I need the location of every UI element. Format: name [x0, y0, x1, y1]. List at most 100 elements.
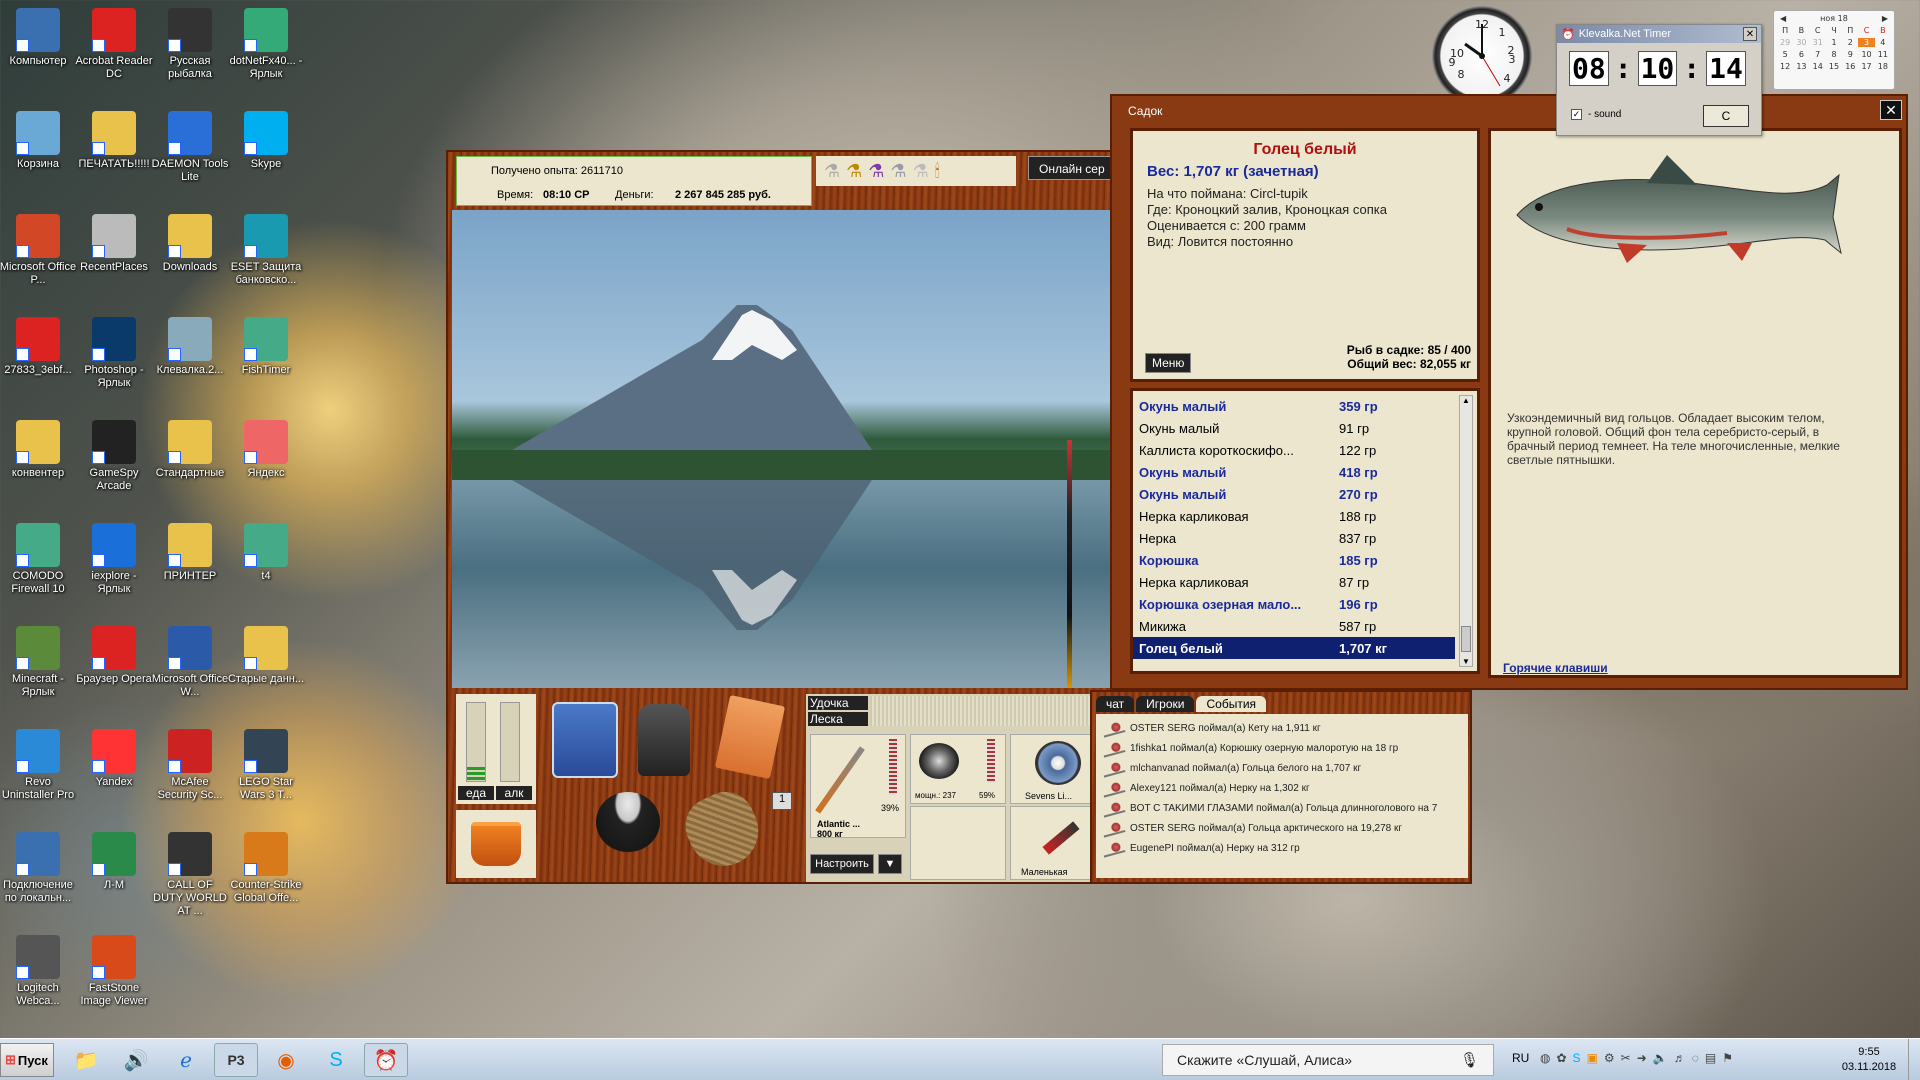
tray-app-icon[interactable]: ⚙: [1604, 1051, 1615, 1065]
desktop-icon[interactable]: Skype: [227, 111, 305, 171]
tray-network-icon[interactable]: ▤: [1705, 1051, 1716, 1065]
desktop-icon[interactable]: 27833_3ebf...: [0, 317, 77, 377]
tray-flag-icon[interactable]: ⚑: [1722, 1051, 1733, 1065]
bait-flask-icon[interactable]: ⚗: [868, 161, 884, 182]
taskbar-explorer-button[interactable]: 📁: [64, 1043, 108, 1077]
bait-bottle-icon[interactable]: 🕯: [935, 161, 940, 182]
tray-app-icon[interactable]: ◍: [1540, 1051, 1550, 1065]
desktop-icon[interactable]: Minecraft - Ярлык: [0, 626, 77, 699]
calendar-day[interactable]: 8: [1826, 50, 1842, 59]
start-button[interactable]: ⊞ Пуск: [0, 1043, 54, 1077]
tray-app-icon[interactable]: ♬: [1674, 1051, 1686, 1065]
calendar-day[interactable]: 7: [1810, 50, 1826, 59]
calendar-day[interactable]: 29: [1777, 38, 1793, 47]
desktop-icon[interactable]: Counter-Strike Global Offe...: [227, 832, 305, 905]
desktop-icon[interactable]: COMODO Firewall 10: [0, 523, 77, 596]
bait-flask-icon[interactable]: ⚗: [913, 161, 929, 182]
taskbar-timer-button[interactable]: ⏰: [364, 1043, 408, 1077]
desktop-icon[interactable]: конвентер: [0, 420, 77, 480]
fishing-scene[interactable]: [452, 210, 1112, 688]
fish-list-row[interactable]: Корюшка 185 гр: [1133, 549, 1455, 571]
calendar-day[interactable]: 9: [1842, 50, 1858, 59]
desktop-icon[interactable]: FishTimer: [227, 317, 305, 377]
fish-list-row[interactable]: Корюшка озерная мало... 196 гр: [1133, 593, 1455, 615]
hotkeys-link[interactable]: Горячие клавиши: [1503, 661, 1608, 675]
calendar-day[interactable]: 4: [1875, 38, 1891, 47]
tray-app-icon[interactable]: ▣: [1587, 1051, 1598, 1065]
desktop-icon[interactable]: Стандартные: [151, 420, 229, 480]
online-server-tab[interactable]: Онлайн сер: [1028, 156, 1118, 180]
timer-c-button[interactable]: C: [1703, 105, 1749, 127]
desktop-icon[interactable]: Revo Uninstaller Pro: [0, 729, 77, 802]
desktop-icon[interactable]: ПРИНТЕР: [151, 523, 229, 583]
setup-dropdown-button[interactable]: ▼: [878, 854, 902, 874]
desktop-icon[interactable]: Microsoft Office P...: [0, 214, 77, 287]
calendar-day[interactable]: 30: [1793, 38, 1809, 47]
desktop-icon[interactable]: McAfee Security Sc...: [151, 729, 229, 802]
calendar-day[interactable]: 5: [1777, 50, 1793, 59]
tray-arrow-icon[interactable]: ➜: [1637, 1051, 1647, 1065]
fish-list-row[interactable]: Окунь малый 359 гр: [1133, 395, 1455, 417]
desktop-icon[interactable]: Photoshop - Ярлык: [75, 317, 153, 390]
tray-volume-icon[interactable]: 🔈: [1653, 1051, 1668, 1065]
fish-list-row[interactable]: Голец белый 1,707 кг: [1133, 637, 1455, 659]
backpack-icon[interactable]: [638, 704, 690, 776]
chat-tab[interactable]: События: [1196, 696, 1267, 712]
fish-net-bag-icon[interactable]: [676, 782, 770, 878]
tray-sound-icon[interactable]: ◌: [1692, 1051, 1699, 1065]
taskbar-media-button[interactable]: 🔊: [114, 1043, 158, 1077]
tray-app-icon[interactable]: ✿: [1556, 1051, 1566, 1065]
language-indicator[interactable]: RU: [1512, 1051, 1529, 1065]
fish-list-row[interactable]: Микижа 587 гр: [1133, 615, 1455, 637]
scroll-up-icon[interactable]: ▲: [1460, 396, 1472, 405]
desktop-icon[interactable]: Старые данн...: [227, 626, 305, 686]
desktop-icon[interactable]: ПЕЧАТАТЬ!!!!!: [75, 111, 153, 171]
tray-skype-icon[interactable]: S: [1573, 1051, 1581, 1065]
desktop-icon[interactable]: Яндекс: [227, 420, 305, 480]
microphone-icon[interactable]: 🎙: [1460, 1051, 1479, 1069]
close-button[interactable]: ✕: [1880, 100, 1902, 120]
calendar-day[interactable]: 14: [1810, 62, 1826, 71]
calendar-day[interactable]: 16: [1842, 62, 1858, 71]
desktop-icon[interactable]: dotNetFx40... - Ярлык: [227, 8, 305, 81]
desktop-icon[interactable]: LEGO Star Wars 3 T...: [227, 729, 305, 802]
calendar-prev-icon[interactable]: ◀: [1780, 14, 1786, 23]
desktop-icon[interactable]: Русская рыбалка: [151, 8, 229, 81]
fish-list-row[interactable]: Нерка карликовая 188 гр: [1133, 505, 1455, 527]
desktop-icon[interactable]: Yandex: [75, 729, 153, 789]
taskbar-clock[interactable]: 9:55 03.11.2018: [1834, 1045, 1904, 1075]
alice-search-box[interactable]: Скажите «Слушай, Алиса» 🎙: [1162, 1044, 1494, 1076]
reel-slot[interactable]: мощн.: 237 59%: [910, 734, 1006, 804]
desktop-icon[interactable]: Корзина: [0, 111, 77, 171]
desktop-icon[interactable]: t4: [227, 523, 305, 583]
scroll-down-icon[interactable]: ▼: [1460, 657, 1472, 666]
calendar-day[interactable]: 10: [1858, 50, 1874, 59]
rod-slot[interactable]: 39% Atlantic ... 800 кг: [810, 734, 906, 839]
calendar-day[interactable]: 2: [1842, 38, 1858, 47]
chat-tab[interactable]: чат: [1096, 696, 1135, 712]
timer-close-button[interactable]: ✕: [1743, 27, 1757, 41]
bait-flask-icon[interactable]: ⚗: [846, 161, 862, 182]
taskbar-firefox-button[interactable]: ◉: [264, 1043, 308, 1077]
setup-button[interactable]: Настроить: [810, 854, 874, 874]
calendar-day[interactable]: 15: [1826, 62, 1842, 71]
desktop-icon[interactable]: GameSpy Arcade: [75, 420, 153, 493]
desktop-icon[interactable]: Logitech Webca...: [0, 935, 77, 1008]
calendar-day[interactable]: 12: [1777, 62, 1793, 71]
pot-icon[interactable]: [596, 792, 660, 852]
desktop-icon[interactable]: ESET Защита банковско...: [227, 214, 305, 287]
desktop-icon[interactable]: RecentPlaces: [75, 214, 153, 274]
calendar-day[interactable]: 17: [1858, 62, 1874, 71]
fish-list-row[interactable]: Окунь малый 270 гр: [1133, 483, 1455, 505]
desktop-icon[interactable]: Microsoft Office W...: [151, 626, 229, 699]
fish-list-row[interactable]: Нерка карликовая 87 гр: [1133, 571, 1455, 593]
fish-list-row[interactable]: Окунь малый 418 гр: [1133, 461, 1455, 483]
desktop-icon[interactable]: Acrobat Reader DC: [75, 8, 153, 81]
fish-list-row[interactable]: Окунь малый 91 гр: [1133, 417, 1455, 439]
desktop-icon[interactable]: DAEMON Tools Lite: [151, 111, 229, 184]
desktop-icon[interactable]: iexplore - Ярлык: [75, 523, 153, 596]
bucket-button[interactable]: [456, 810, 536, 878]
calendar-day[interactable]: 1: [1826, 38, 1842, 47]
calendar-next-icon[interactable]: ▶: [1882, 14, 1888, 23]
tackle-box-icon[interactable]: [552, 702, 618, 778]
